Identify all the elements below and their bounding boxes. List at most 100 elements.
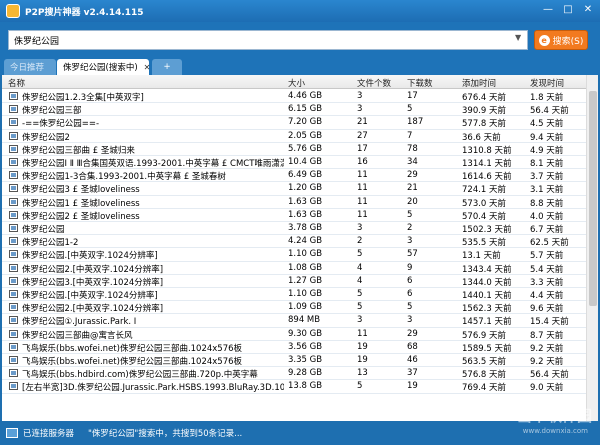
video-file-icon: [9, 342, 18, 351]
table-row[interactable]: 侏罗纪公园1-3合集.1993-2001.中英字幕 £ 圣城春树 6.49 GB 1…: [2, 169, 586, 183]
table-row[interactable]: 侏罗纪公园2 £ 圣城loveliness 1.63 GB 11 5 570.4 天前 4…: [2, 209, 586, 222]
cell-size: 1.08 GB: [288, 262, 323, 273]
table-row[interactable]: 飞鸟娱乐(bbs.wofei.net)侏罗纪公园三部曲.1024x576板 3.3…: [2, 354, 586, 368]
cell-name: 侏罗纪公园1 £ 圣城loveliness: [22, 198, 140, 209]
cell-added-time: 535.5 天前: [462, 238, 507, 249]
cell-downloads: 19: [407, 381, 418, 392]
table-row[interactable]: 侏罗纪公园.[中英双字.1024分辨率] 1.10 GB 5 6 1440.1 天前 4.…: [2, 288, 586, 302]
column-header-downloads[interactable]: 下载数: [407, 77, 433, 89]
cell-file-count: 17: [357, 143, 368, 154]
table-row[interactable]: -==侏罗纪公园==- 7.20 GB 21 187 577.8 天前 4.5 天前: [2, 116, 586, 130]
column-header-name[interactable]: 名称: [8, 77, 25, 89]
maximize-button[interactable]: □: [560, 3, 576, 17]
watermark: 当下软件园 www.downxia.com: [512, 405, 592, 441]
cell-name: 侏罗纪公园3.[中英双字.1024分辨率]: [22, 277, 164, 288]
search-input[interactable]: 侏罗纪公园: [8, 30, 528, 50]
cell-downloads: 5: [407, 209, 413, 220]
search-icon: e: [538, 34, 550, 46]
table-row[interactable]: 侏罗纪公园1.2.3全集[中英双字] 4.46 GB 3 17 676.4 天前 1.8 …: [2, 90, 586, 104]
cell-file-count: 4: [357, 275, 363, 286]
table-row[interactable]: 侏罗纪公园2.[中英双字.1024分辨率] 1.08 GB 4 9 1343.4 天前 5…: [2, 262, 586, 275]
video-file-icon: [9, 118, 18, 127]
cell-file-count: 11: [357, 196, 368, 207]
table-row[interactable]: 侏罗纪公园三部曲 £ 圣城归来 5.76 GB 17 78 1310.8 天前 4.9 天…: [2, 143, 586, 156]
vertical-scrollbar[interactable]: [586, 75, 598, 421]
column-header-file-count[interactable]: 文件个数: [357, 77, 391, 89]
table-row[interactable]: 侏罗纪公园.[中英双字.1024分辨率] 1.10 GB 5 57 13.1 天前 5.7…: [2, 248, 586, 262]
cell-found-time: 15.4 天前: [530, 317, 569, 328]
table-row[interactable]: 侏罗纪公园三部曲@寓言长风 9.30 GB 11 29 576.9 天前 8.7 天前: [2, 328, 586, 341]
cell-size: 6.49 GB: [288, 170, 323, 181]
cell-found-time: 5.7 天前: [530, 251, 564, 262]
video-file-icon: [9, 158, 18, 166]
table-row[interactable]: 侏罗纪公园 3.78 GB 3 2 1502.3 天前 6.7 天前: [2, 222, 586, 236]
cell-file-count: 5: [357, 381, 363, 392]
video-file-icon: [9, 171, 18, 180]
tab-search-results[interactable]: 侏罗纪公园(搜索中) ✕: [57, 59, 151, 75]
cell-added-time: 570.4 天前: [462, 211, 507, 222]
scrollbar-thumb[interactable]: [589, 91, 597, 306]
cell-found-time: 5.4 天前: [530, 264, 564, 275]
cell-name: 侏罗纪公园2 £ 圣城loveliness: [22, 211, 140, 222]
cell-downloads: 7: [407, 130, 413, 141]
video-file-icon: [9, 224, 18, 232]
table-row[interactable]: 飞鸟娱乐(bbs.wofei.net)侏罗纪公园三部曲.1024x576板 3.5…: [2, 341, 586, 354]
video-file-icon: [9, 303, 18, 312]
cell-found-time: 9.2 天前: [530, 343, 564, 354]
table-row[interactable]: 侏罗纪公园1 £ 圣城loveliness 1.63 GB 11 20 573.0 天前…: [2, 196, 586, 209]
column-header-found-time[interactable]: 发现时间: [530, 77, 564, 89]
cell-added-time: 724.1 天前: [462, 185, 507, 196]
search-button[interactable]: e 搜索(S): [534, 30, 588, 50]
add-tab-button[interactable]: +: [152, 59, 182, 75]
video-file-icon: [9, 356, 18, 364]
cell-found-time: 9.2 天前: [530, 357, 564, 367]
cell-downloads: 68: [407, 341, 418, 352]
cell-name: 飞鸟娱乐(bbs.wofei.net)侏罗纪公园三部曲.1024x576板: [22, 357, 243, 367]
cell-file-count: 19: [357, 355, 368, 365]
cell-size: 2.05 GB: [288, 130, 323, 141]
column-header-size[interactable]: 大小: [288, 77, 305, 89]
cell-added-time: 676.4 天前: [462, 93, 507, 103]
cell-downloads: 29: [407, 328, 418, 339]
table-header: 名称 大小 文件个数 下载数 添加时间 发现时间: [2, 75, 586, 89]
cell-added-time: 1457.1 天前: [462, 317, 512, 328]
cell-added-time: 1562.3 天前: [462, 304, 512, 315]
table-row[interactable]: 侏罗纪公园3.[中英双字.1024分辨率] 1.27 GB 4 6 1344.0 天前 3…: [2, 275, 586, 288]
table-row[interactable]: 飞鸟娱乐(bbs.hdbird.com)侏罗纪公园三部曲.720p.中英字幕 9.…: [2, 367, 586, 381]
cell-size: 1.27 GB: [288, 275, 323, 286]
cell-found-time: 4.4 天前: [530, 291, 564, 301]
tab-bar: 今日推荐 侏罗纪公园(搜索中) ✕ +: [0, 56, 600, 75]
tab-today-recommend[interactable]: 今日推荐: [4, 59, 56, 75]
cell-name: 侏罗纪公园Ⅰ Ⅱ Ⅲ合集国英双语.1993-2001.中英字幕 £ CMCT唯雨…: [22, 159, 284, 169]
table-row[interactable]: 侏罗纪公园2.[中英双字.1024分辨率] 1.09 GB 5 5 1562.3 天前 9…: [2, 301, 586, 315]
video-file-icon: [9, 92, 18, 100]
column-header-added-time[interactable]: 添加时间: [462, 77, 496, 89]
cell-name: 侏罗纪公园: [22, 225, 65, 235]
cell-downloads: 3: [407, 236, 413, 247]
cell-name: 侏罗纪公园1.2.3全集[中英双字]: [22, 93, 144, 103]
table-row[interactable]: 侏罗纪公园1-2 4.24 GB 2 3 535.5 天前 62.5 天前: [2, 235, 586, 249]
table-row[interactable]: 侏罗纪公园3 £ 圣城loveliness 1.20 GB 11 21 724.1 天前…: [2, 182, 586, 196]
table-row[interactable]: 侏罗纪公园Ⅰ Ⅱ Ⅲ合集国英双语.1993-2001.中英字幕 £ CMCT唯雨…: [2, 156, 586, 170]
table-row[interactable]: [左右半宽]3D.侏罗纪公园.Jurassic.Park.HSBS.1993.B…: [2, 380, 586, 394]
cell-added-time: 576.9 天前: [462, 330, 507, 341]
cell-downloads: 187: [407, 117, 424, 128]
cell-size: 3.56 GB: [288, 341, 323, 352]
tab-close-icon[interactable]: ✕: [144, 63, 151, 72]
close-button[interactable]: ✕: [580, 3, 596, 17]
table-row[interactable]: 侏罗纪公园①.Jurassic.Park. Ⅰ 894 MB 3 3 1457.1 天前…: [2, 314, 586, 328]
cell-found-time: 56.4 天前: [530, 106, 569, 117]
cell-file-count: 11: [357, 209, 368, 220]
cell-name: 侏罗纪公园3 £ 圣城loveliness: [22, 185, 140, 196]
table-row[interactable]: 侏罗纪公园三部 6.15 GB 3 5 390.9 天前 56.4 天前: [2, 103, 586, 117]
table-row[interactable]: 侏罗纪公园2 2.05 GB 27 7 36.6 天前 9.4 天前: [2, 130, 586, 143]
cell-added-time: 1589.5 天前: [462, 343, 512, 354]
status-bar: 已连接服务器 "侏罗纪公园"搜索中，共搜到50条记录...: [0, 421, 600, 445]
cell-name: 侏罗纪公园.[中英双字.1024分辨率]: [22, 251, 158, 262]
cell-downloads: 3: [407, 315, 413, 326]
cell-found-time: 4.5 天前: [530, 119, 564, 130]
chevron-down-icon[interactable]: ▼: [515, 33, 525, 47]
window-title: P2P搜片神器 v2.4.14.115: [25, 7, 144, 18]
video-file-icon: [9, 197, 18, 206]
minimize-button[interactable]: —: [540, 3, 556, 17]
